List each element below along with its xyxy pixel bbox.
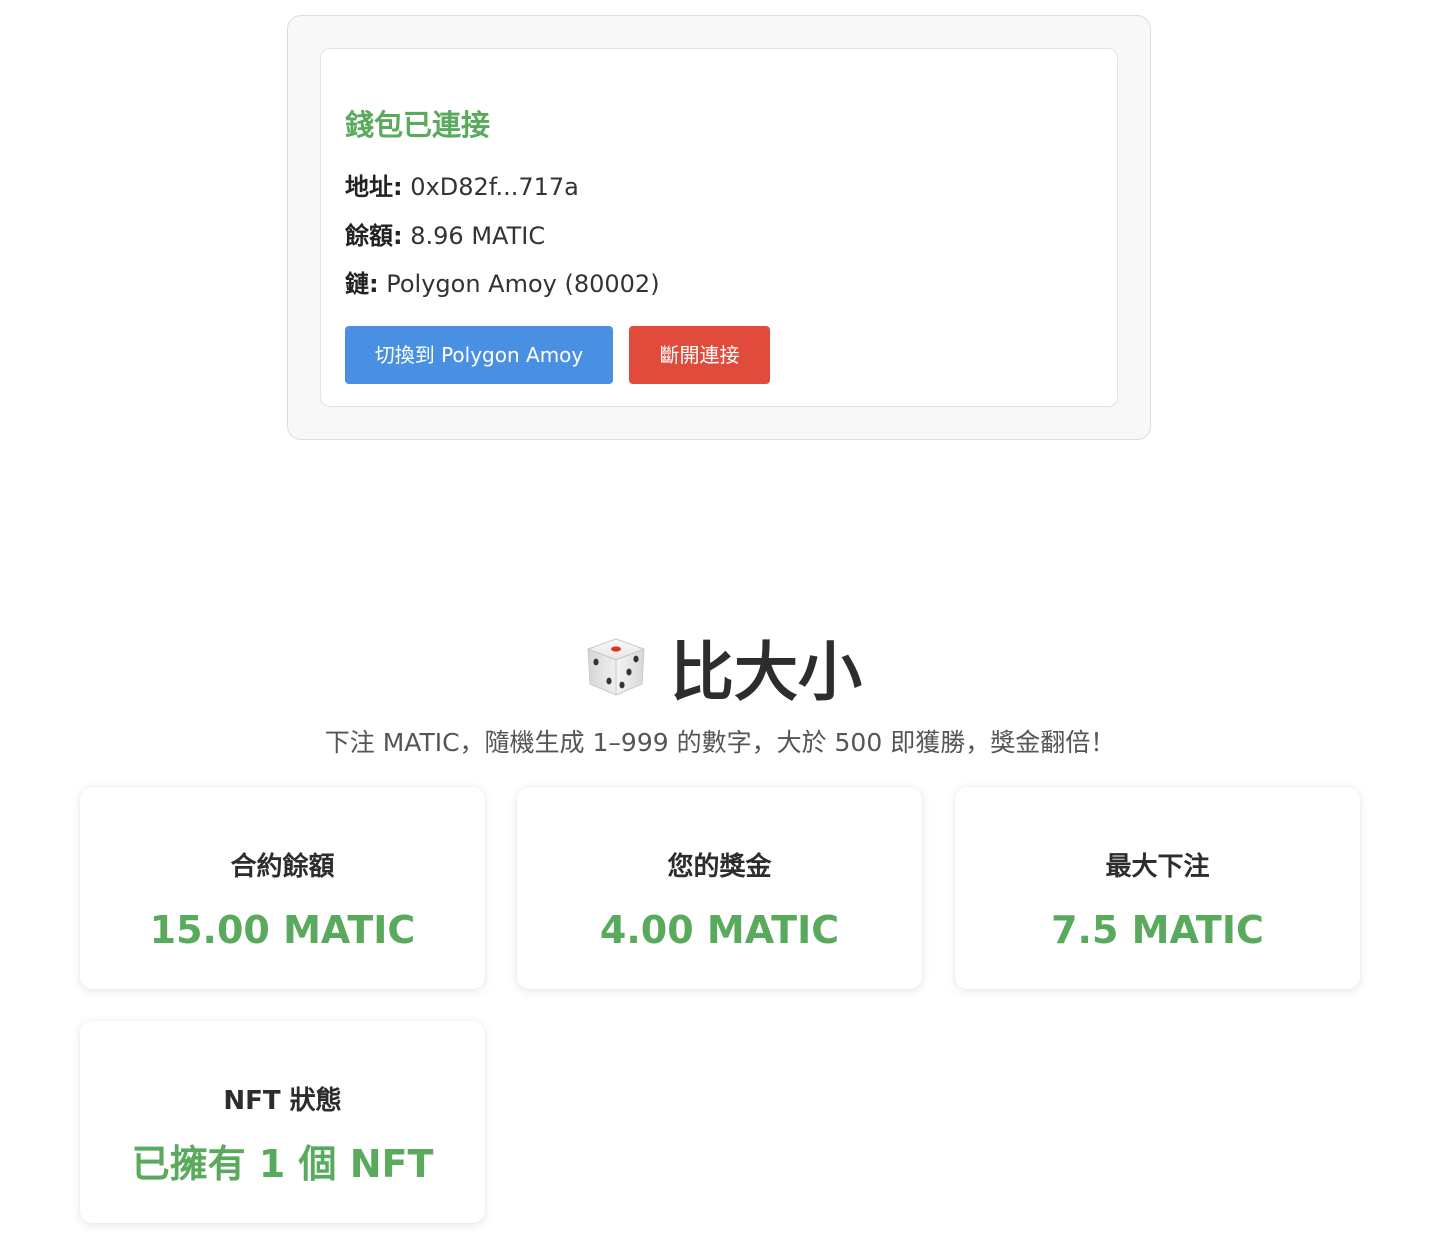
wallet-balance-row: 餘額: 8.96 MATIC [345, 220, 545, 252]
stat-card-nft-status: NFT 狀態 已擁有 1 個 NFT [80, 1021, 485, 1223]
wallet-balance-label: 餘額: [345, 222, 403, 250]
wallet-address-label: 地址: [345, 173, 403, 201]
game-description: 下注 MATIC，隨機生成 1–999 的數字，大於 500 即獲勝，獎金翻倍！ [324, 728, 1116, 757]
stat-card-contract-balance: 合約餘額 15.00 MATIC [80, 787, 485, 989]
wallet-info-card: 錢包已連接 地址: 0xD82f...717a 餘額: 8.96 MATIC 鏈… [320, 48, 1118, 407]
dice-icon [587, 638, 645, 696]
wallet-chain-label: 鏈: [345, 270, 379, 298]
wallet-address-row: 地址: 0xD82f...717a [345, 171, 579, 203]
disconnect-button[interactable]: 斷開連接 [629, 326, 770, 384]
page: 錢包已連接 地址: 0xD82f...717a 餘額: 8.96 MATIC 鏈… [0, 0, 1446, 1250]
stat-label: NFT 狀態 [223, 1086, 342, 1116]
stat-value: 15.00 MATIC [149, 908, 416, 952]
stat-value: 4.00 MATIC [599, 908, 840, 952]
wallet-chain-row: 鏈: Polygon Amoy (80002) [345, 268, 660, 300]
stat-value: 已擁有 1 個 NFT [131, 1142, 434, 1186]
wallet-address-value: 0xD82f...717a [410, 173, 579, 201]
wallet-balance-value: 8.96 MATIC [410, 222, 546, 250]
switch-network-button[interactable]: 切換到 Polygon Amoy [345, 326, 613, 384]
wallet-chain-value: Polygon Amoy (80002) [386, 270, 660, 298]
stat-label: 最大下注 [1105, 852, 1210, 882]
game-title: 比大小 [670, 636, 862, 711]
stat-value: 7.5 MATIC [1051, 908, 1264, 952]
wallet-status: 錢包已連接 [345, 108, 491, 142]
wallet-panel: 錢包已連接 地址: 0xD82f...717a 餘額: 8.96 MATIC 鏈… [287, 15, 1151, 440]
stat-card-max-bet: 最大下注 7.5 MATIC [955, 787, 1360, 989]
stat-label: 您的獎金 [667, 852, 772, 882]
game-title-row: 比大小 [0, 625, 1446, 718]
stat-card-your-winnings: 您的獎金 4.00 MATIC [517, 787, 922, 989]
stat-label: 合約餘額 [230, 852, 335, 882]
